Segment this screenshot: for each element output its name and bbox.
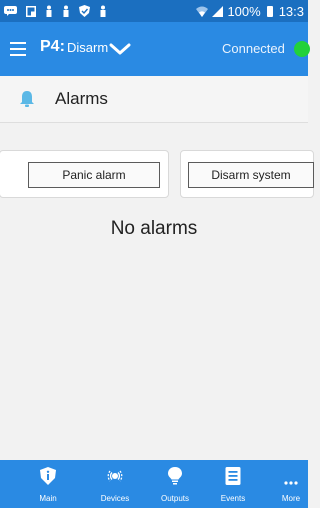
wifi-icon: [196, 6, 209, 17]
person-icon: [45, 5, 53, 17]
events-icon: [225, 467, 241, 490]
person-icon: [62, 5, 70, 17]
panic-card: Panic alarm: [0, 150, 169, 198]
partition-id: P4:: [40, 38, 65, 55]
bulb-icon: [168, 467, 182, 490]
signal-icon: [212, 5, 224, 17]
nav-label: Devices: [100, 494, 130, 503]
nav-more[interactable]: More: [274, 460, 308, 508]
app-toolbar: P4: Disarm Connected: [0, 22, 310, 76]
nav-devices[interactable]: Devices: [90, 460, 140, 508]
nav-label: Events: [220, 494, 246, 503]
info-icon: [40, 467, 56, 490]
battery-icon: [266, 5, 273, 17]
battery-percentage: 100%: [227, 3, 261, 19]
alarm-actions: Panic alarm Disarm system: [0, 150, 314, 200]
nav-outputs[interactable]: Outputs: [152, 460, 198, 508]
disarm-system-button[interactable]: Disarm system: [188, 162, 314, 188]
nav-events[interactable]: Events: [210, 460, 256, 508]
menu-icon[interactable]: [8, 39, 28, 59]
empty-state-text: No alarms: [110, 218, 198, 239]
status-bar: 100% 13:3: [0, 0, 308, 22]
devices-icon: [105, 467, 125, 490]
panic-alarm-button[interactable]: Panic alarm: [28, 162, 160, 188]
section-title: Alarms: [55, 89, 108, 108]
person-icon: [99, 5, 107, 17]
nav-label: Main: [39, 494, 57, 503]
screenshot-icon: [26, 5, 36, 17]
chevron-down-icon[interactable]: [109, 41, 131, 57]
shield-icon: [79, 5, 90, 17]
system-status: 100% 13:3: [196, 4, 304, 19]
more-icon: [284, 472, 298, 490]
connection-indicator: [294, 41, 310, 57]
clock: 13:3: [278, 3, 304, 19]
nav-label: More: [281, 494, 301, 503]
connection-status: Connected: [222, 41, 285, 56]
notification-icons: [4, 5, 107, 17]
bottom-navigation: Main Devices Outputs Events More: [0, 460, 308, 508]
nav-label: Outputs: [160, 494, 189, 503]
nav-main[interactable]: Main: [28, 460, 68, 508]
alarms-header: Alarms: [0, 76, 308, 123]
partition-state: Disarm: [67, 40, 109, 55]
bell-icon: [19, 90, 35, 108]
disarm-card: Disarm system: [180, 150, 314, 198]
message-icon: [4, 6, 17, 16]
